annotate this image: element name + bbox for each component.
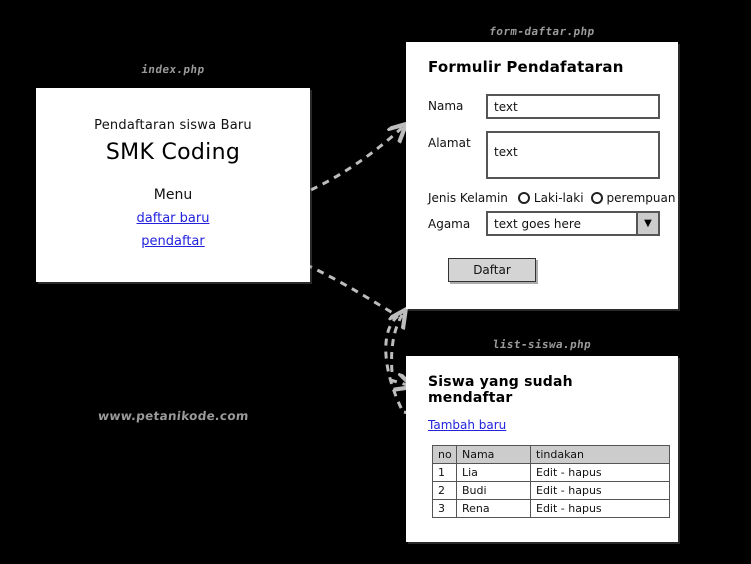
cell-tindakan[interactable]: Edit - hapus (530, 463, 670, 482)
cell-nama: Lia (456, 463, 531, 482)
label-jenis-kelamin: Jenis Kelamin (428, 191, 508, 205)
diagram-canvas: index.php Pendaftaran siswa Baru SMK Cod… (0, 0, 751, 564)
radio-label-laki-laki: Laki-laki (533, 191, 584, 205)
table-row: 3 Rena Edit - hapus (432, 499, 670, 518)
panel-title-index: index.php (140, 63, 206, 76)
panel-list-siswa: Siswa yang sudah mendaftar Tambah baru n… (406, 356, 678, 542)
link-pendaftar[interactable]: pendaftar (36, 234, 310, 249)
table-row: 1 Lia Edit - hapus (432, 463, 670, 482)
radio-label-perempuan: perempuan (606, 191, 676, 205)
daftar-submit-button[interactable]: Daftar (448, 258, 536, 282)
form-field-jenis-kelamin: Jenis Kelamin Laki-laki perempuan (428, 191, 675, 205)
index-subtitle: Pendaftaran siswa Baru (94, 118, 252, 133)
form-field-nama: Nama text (428, 94, 660, 119)
panel-title-list: list-siswa.php (491, 338, 593, 351)
radio-perempuan[interactable] (590, 192, 603, 204)
cell-no: 2 (432, 481, 457, 500)
index-heading: SMK Coding (105, 140, 241, 165)
panel-title-form: form-daftar.php (488, 25, 596, 38)
cell-nama: Rena (456, 499, 531, 518)
input-alamat[interactable]: text (486, 131, 660, 179)
link-daftar-baru[interactable]: daftar baru (36, 211, 310, 226)
form-heading: Formulir Pendafataran (428, 58, 624, 76)
cell-no: 1 (432, 463, 457, 482)
index-menu-label: Menu (153, 187, 193, 203)
arrow-junction-curve (384, 314, 405, 413)
link-tambah-baru[interactable]: Tambah baru (428, 418, 506, 432)
select-agama[interactable]: text goes here ▼ (486, 211, 660, 236)
th-tindakan: tindakan (530, 445, 670, 464)
input-nama[interactable]: text (486, 94, 660, 119)
label-agama: Agama (428, 216, 471, 231)
form-field-alamat: Alamat text (428, 131, 660, 179)
watermark: www.petanikode.com (97, 409, 250, 423)
cell-nama: Budi (456, 481, 531, 500)
cell-tindakan[interactable]: Edit - hapus (530, 499, 670, 518)
list-heading: Siswa yang sudah mendaftar (428, 374, 573, 406)
radio-laki-laki[interactable] (517, 192, 530, 204)
form-field-agama: Agama text goes here ▼ (428, 211, 660, 236)
label-nama: Nama (428, 99, 464, 113)
panel-form-daftar: Formulir Pendafataran Nama text Alamat t… (406, 42, 678, 309)
siswa-table: no Nama tindakan 1 Lia Edit - hapus 2 Bu… (432, 445, 670, 518)
select-agama-value: text goes here (488, 213, 636, 234)
cell-tindakan[interactable]: Edit - hapus (530, 481, 670, 500)
arrow-branch-up (392, 312, 404, 373)
table-row: 2 Budi Edit - hapus (432, 481, 670, 500)
panel-index: Pendaftaran siswa Baru SMK Coding Menu d… (36, 88, 310, 282)
th-no: no (432, 445, 457, 464)
table-header-row: no Nama tindakan (432, 445, 670, 464)
chevron-down-icon: ▼ (636, 213, 658, 234)
th-nama: Nama (456, 445, 531, 464)
label-alamat: Alamat (428, 136, 471, 150)
cell-no: 3 (432, 499, 457, 518)
